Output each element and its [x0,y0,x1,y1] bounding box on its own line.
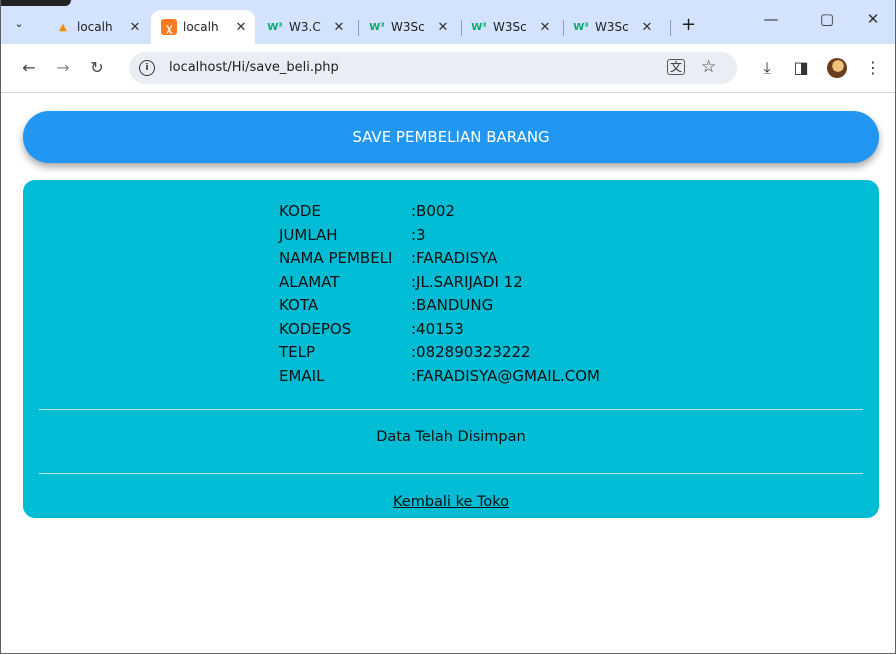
field-label: JUMLAH [279,225,338,244]
tab-strip: ⌄ ▲ localh ✕ ꭓ localh ✕ W³ W3.C ✕ W³ W3S… [1,0,895,44]
tab-w3schools-2[interactable]: W³ W3Sc ✕ [461,10,561,44]
phpmyadmin-icon: ▲ [59,21,67,33]
tab-close-icon[interactable]: ✕ [331,20,347,35]
field-row-alamat: ALAMAT :JL.SARIJADI 12 [279,271,600,295]
field-row-jumlah: JUMLAH :3 [279,224,600,248]
back-link-container: Kembali ke Toko [23,494,879,510]
xampp-icon: ꭓ [161,19,177,35]
tab-localhost-phpmyadmin[interactable]: ▲ localh ✕ [45,10,149,44]
field-label: KODEPOS [279,319,352,338]
saved-message: Data Telah Disimpan [376,429,526,445]
forward-arrow-icon[interactable]: → [53,58,73,77]
tab-label: W3.C [289,20,321,34]
tab-separator [670,20,671,36]
field-label: TELP [279,343,316,361]
tab-label: W3Sc [595,20,629,34]
field-label: KODE [279,202,321,220]
field-row-kota: KOTA :BANDUNG [279,294,600,318]
profile-avatar[interactable] [827,58,847,78]
window-top-edge [1,0,71,6]
address-bar[interactable]: i localhost/Hi/save_beli.php 文 ☆ [129,52,737,84]
w3schools-icon: W³ [369,21,385,33]
back-to-shop-link[interactable]: Kembali ke Toko [393,494,509,510]
tab-close-icon[interactable]: ✕ [537,20,553,35]
new-tab-plus-icon[interactable]: + [681,14,696,35]
tab-close-icon[interactable]: ✕ [435,20,451,35]
tab-close-icon[interactable]: ✕ [639,20,655,35]
tab-localhost-xampp[interactable]: ꭓ localh ✕ [151,10,255,44]
field-value: :3 [411,225,426,244]
field-label: ALAMAT [279,272,340,291]
field-row-telp: TELP :082890323222 [279,341,600,365]
field-value: :B002 [411,202,455,220]
reload-icon[interactable]: ↻ [87,58,107,77]
tab-label: localh [183,20,219,34]
tab-label: localh [77,20,113,34]
tab-close-icon[interactable]: ✕ [233,20,249,35]
field-label: NAMA PEMBELI [279,249,393,267]
tab-close-icon[interactable]: ✕ [127,20,143,35]
field-value: :FARADISYA [411,249,498,267]
download-icon[interactable]: ⤓ [757,58,777,78]
menu-kebab-icon[interactable]: ⋮ [863,58,883,77]
tab-w3schools-1[interactable]: W³ W3Sc ✕ [359,10,459,44]
browser-window: ⌄ ▲ localh ✕ ꭓ localh ✕ W³ W3.C ✕ W³ W3S… [0,0,896,654]
tab-label: W3Sc [493,20,527,34]
back-arrow-icon[interactable]: ← [19,58,39,77]
browser-toolbar: ← → ↻ i localhost/Hi/save_beli.php 文 ☆ ⤓… [1,44,895,93]
field-label: KOTA [279,296,319,314]
w3schools-icon: W³ [573,21,589,33]
field-row-email: EMAIL :FARADISYA@GMAIL.COM [279,365,600,389]
field-value: :FARADISYA@GMAIL.COM [411,366,600,385]
w3schools-icon: W³ [471,21,487,33]
purchase-details: KODE :B002 JUMLAH :3 NAMA PEMBELI :FARADISY… [279,200,600,388]
field-row-nama-pembeli: NAMA PEMBELI :FARADISYA [279,247,600,271]
field-value: :JL.SARIJADI 12 [411,272,523,291]
field-row-kode: KODE :B002 [279,200,600,224]
divider-line [39,473,863,474]
field-value: :40153 [411,319,464,338]
tab-w3c[interactable]: W³ W3.C ✕ [257,10,355,44]
tab-w3schools-3[interactable]: W³ W3Sc ✕ [563,10,667,44]
field-value: :BANDUNG [411,296,494,314]
bookmark-star-icon[interactable]: ☆ [701,57,716,77]
field-row-kodepos: KODEPOS :40153 [279,318,600,342]
translate-icon[interactable]: 文 [667,59,686,75]
divider-line [39,409,863,410]
tab-search-chevron-icon[interactable]: ⌄ [9,14,29,34]
maximize-icon[interactable]: ▢ [817,10,837,28]
side-panel-icon[interactable]: ◨ [791,58,811,77]
w3schools-icon: W³ [267,21,283,33]
minimize-icon[interactable]: — [761,10,781,28]
address-url[interactable]: localhost/Hi/save_beli.php [169,60,339,75]
page-content: SAVE PEMBELIAN BARANG KODE :B002 JUMLAH :3… [1,93,895,653]
tab-label: W3Sc [391,20,425,34]
field-label: EMAIL [279,366,325,385]
page-header-bar: SAVE PEMBELIAN BARANG [23,111,879,163]
field-value: :082890323222 [411,343,531,361]
window-close-icon[interactable]: ✕ [863,10,883,28]
site-info-icon[interactable]: i [139,60,155,76]
result-panel: KODE :B002 JUMLAH :3 NAMA PEMBELI :FARADISY… [23,180,879,518]
